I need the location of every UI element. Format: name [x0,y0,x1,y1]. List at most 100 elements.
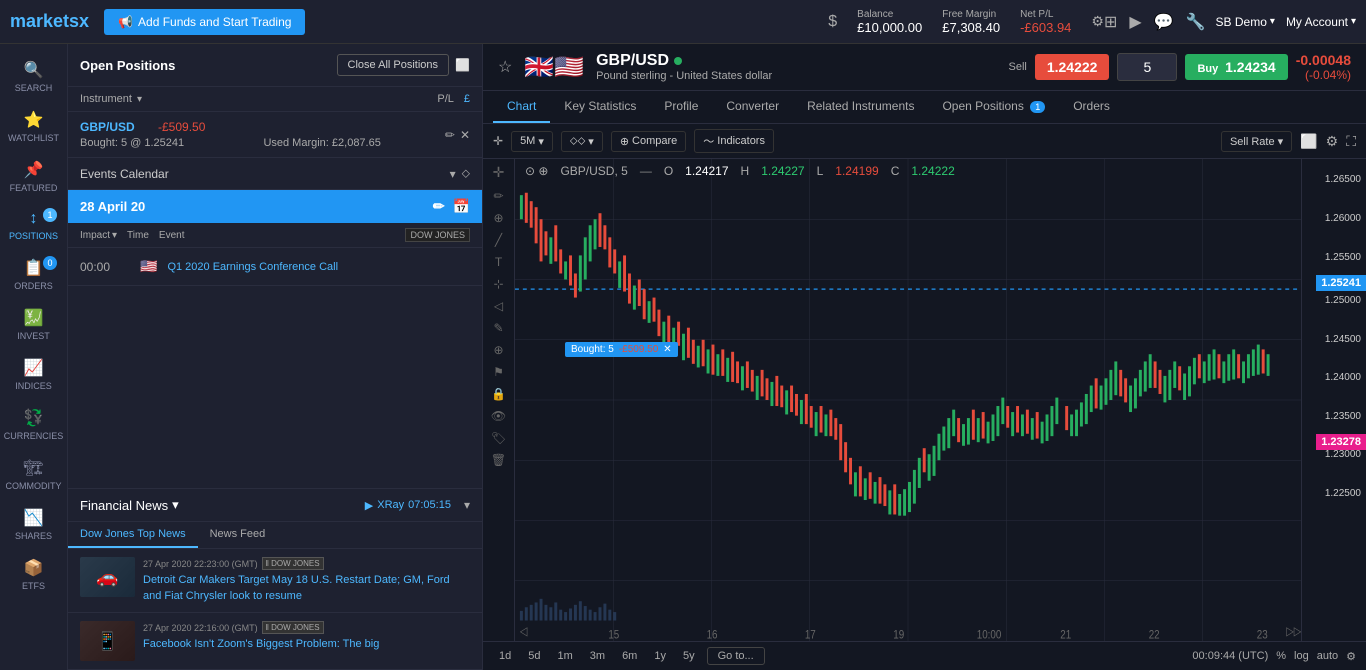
tab-profile[interactable]: Profile [650,91,712,123]
sidebar-item-orders[interactable]: 📋 0 ORDERS [0,252,67,297]
text-tool-icon[interactable]: T [495,255,502,269]
measure-icon[interactable]: ⊹ [493,277,503,291]
sidebar-item-shares[interactable]: 📉 SHARES [0,502,67,547]
tf-1m[interactable]: 1m [552,648,579,664]
lock-icon[interactable]: 🔒 [491,387,506,401]
commodity-icon: 🏗 [23,458,43,478]
settings-chart-icon[interactable]: ⚙ [1326,133,1339,150]
tab-converter[interactable]: Converter [712,91,793,123]
tab-orders[interactable]: Orders [1059,91,1124,123]
news-header: Financial News ▾ ▶ XRay 07:05:15 ▾ [68,489,482,522]
compare-button[interactable]: ⊕ Compare [611,131,686,152]
indicators-button[interactable]: 〜 Indicators [694,129,774,153]
tag-icon[interactable]: 🏷 [491,431,506,445]
sell-price-button[interactable]: 1.24222 [1035,54,1110,80]
quantity-input[interactable] [1117,53,1177,81]
sidebar-item-etfs[interactable]: 📦 ETFS [0,552,67,597]
news-xray[interactable]: ▶ XRay 07:05:15 [365,499,451,512]
tab-key-statistics[interactable]: Key Statistics [550,91,650,123]
chart-settings-icon[interactable]: ⚙ [1346,650,1356,663]
diagonal-icon[interactable]: ╱ [495,233,502,247]
play-icon[interactable]: ▶ [1129,12,1141,32]
tab-related-instruments[interactable]: Related Instruments [793,91,928,123]
expand-chart-icon[interactable]: ⛶ [1346,133,1356,150]
percent-toggle[interactable]: % [1276,650,1286,662]
ohlc-c-value: 1.24222 [911,164,954,178]
account-section[interactable]: SB Demo ▾ My Account ▾ [1216,15,1356,29]
position-instrument[interactable]: GBP/USD [80,120,150,134]
chat-icon[interactable]: 💬 [1154,12,1174,32]
sidebar-item-watchlist[interactable]: ⭐ WATCHLIST [0,104,67,149]
sidebar-item-invest[interactable]: 💹 INVEST [0,302,67,347]
filter-icon[interactable]: ▾ [137,94,142,105]
zoom-plus-icon[interactable]: ⊕ [493,343,503,357]
sidebar-item-search[interactable]: 🔍 SEARCH [0,54,67,99]
sidebar-item-indices[interactable]: 📈 INDICES [0,352,67,397]
sidebar-item-commodity[interactable]: 🏗 COMMODITY [0,452,67,497]
trash-icon[interactable]: 🗑 [491,453,506,467]
close-position-icon[interactable]: ✕ [460,128,470,142]
events-calendar-icon[interactable]: 📅 [453,198,470,215]
price-chart-svg[interactable]: 15 16 17 19 10:00 21 22 23 ◁ ▷▷ [515,159,1301,641]
tab-chart[interactable]: Chart [493,91,550,123]
chart-type-button[interactable]: ⬦⬦ ▾ [561,131,603,152]
dj-logo-1: ‖ DOW JONES [262,557,324,570]
flag-tool-icon[interactable]: ⚑ [493,365,504,379]
news-expand-icon[interactable]: ▾ [464,498,470,512]
position-marker-pl: -£509.50 [619,344,658,355]
crosshair2-icon[interactable]: ⊕ [493,211,503,225]
sidebar-item-positions[interactable]: ↕ 1 POSITIONS [0,204,67,247]
timeframe-label: 5M [520,135,535,147]
edit-position-icon[interactable]: ✏ [445,128,455,142]
tf-1y[interactable]: 1y [648,648,672,664]
watchlist-star-icon[interactable]: ☆ [498,57,512,77]
sidebar-label-search: SEARCH [15,83,53,93]
auto-toggle[interactable]: auto [1317,650,1338,662]
events-edit-icon[interactable]: ✏ [433,198,445,215]
news-section: Financial News ▾ ▶ XRay 07:05:15 ▾ Dow J… [68,488,482,670]
tab-open-positions[interactable]: Open Positions 1 [928,91,1059,123]
crosshair-icon[interactable]: ✛ [493,134,503,148]
sell-rate-button[interactable]: Sell Rate ▾ [1221,131,1292,152]
sidebar: 🔍 SEARCH ⭐ WATCHLIST 📌 FEATURED ↕ 1 POSI… [0,44,68,670]
position-pl: -£509.50 [158,120,228,134]
tab-news-feed[interactable]: News Feed [198,522,278,548]
sidebar-item-featured[interactable]: 📌 FEATURED [0,154,67,199]
news-headline-1[interactable]: Detroit Car Makers Target May 18 U.S. Re… [143,573,470,604]
fullscreen-icon[interactable]: ⬜ [1300,133,1317,150]
tf-1d[interactable]: 1d [493,648,517,664]
eye-icon[interactable]: 👁 [491,409,506,423]
timeframe-button[interactable]: 5M ▾ [511,131,553,152]
grid-icon[interactable]: ⊞ [1104,12,1117,32]
events-chevron-icon[interactable]: ▾ [450,167,456,181]
crosshair-tool-icon[interactable]: ✛ [493,164,505,181]
log-toggle[interactable]: log [1294,650,1309,662]
tf-5y[interactable]: 5y [677,648,701,664]
pen-tool-icon[interactable]: ✏ [493,189,503,203]
events-expand-icon[interactable]: ⬦ [462,166,470,181]
price-1: 1.26500 [1320,173,1366,186]
add-funds-button[interactable]: 📢 Add Funds and Start Trading [104,9,305,35]
goto-button[interactable]: Go to... [707,647,765,665]
tools-icon[interactable]: 🔧 [1186,12,1206,32]
news-headline-2[interactable]: Facebook Isn't Zoom's Biggest Problem: T… [143,637,470,652]
tf-5d[interactable]: 5d [522,648,546,664]
instrument-name-text: GBP/USD [596,52,669,70]
close-all-button[interactable]: Close All Positions [337,54,450,76]
arrow-left-icon[interactable]: ◁ [494,299,503,313]
buy-price-button[interactable]: Buy 1.24234 [1185,54,1287,80]
currency-toggle[interactable]: £ [464,93,470,105]
tf-6m[interactable]: 6m [616,648,643,664]
news-dropdown[interactable]: Financial News ▾ [80,497,179,513]
ohlc-l-label: L [817,164,824,178]
chart-canvas[interactable]: ⊙ ⊕ GBP/USD, 5 — O 1.24217 H 1.24227 L 1… [515,159,1301,641]
settings-icon[interactable]: ⚙ [1091,13,1104,30]
tf-3m[interactable]: 3m [584,648,611,664]
pencil2-icon[interactable]: ✎ [493,321,503,335]
tab-dow-jones-top-news[interactable]: Dow Jones Top News [68,522,198,548]
event-name[interactable]: Q1 2020 Earnings Conference Call [167,261,470,273]
close-position-x-icon[interactable]: ✕ [663,344,671,355]
expand-icon[interactable]: ⬜ [455,58,470,72]
impact-col[interactable]: Impact ▾ [80,230,117,241]
sidebar-item-currencies[interactable]: 💱 CURRENCIES [0,402,67,447]
